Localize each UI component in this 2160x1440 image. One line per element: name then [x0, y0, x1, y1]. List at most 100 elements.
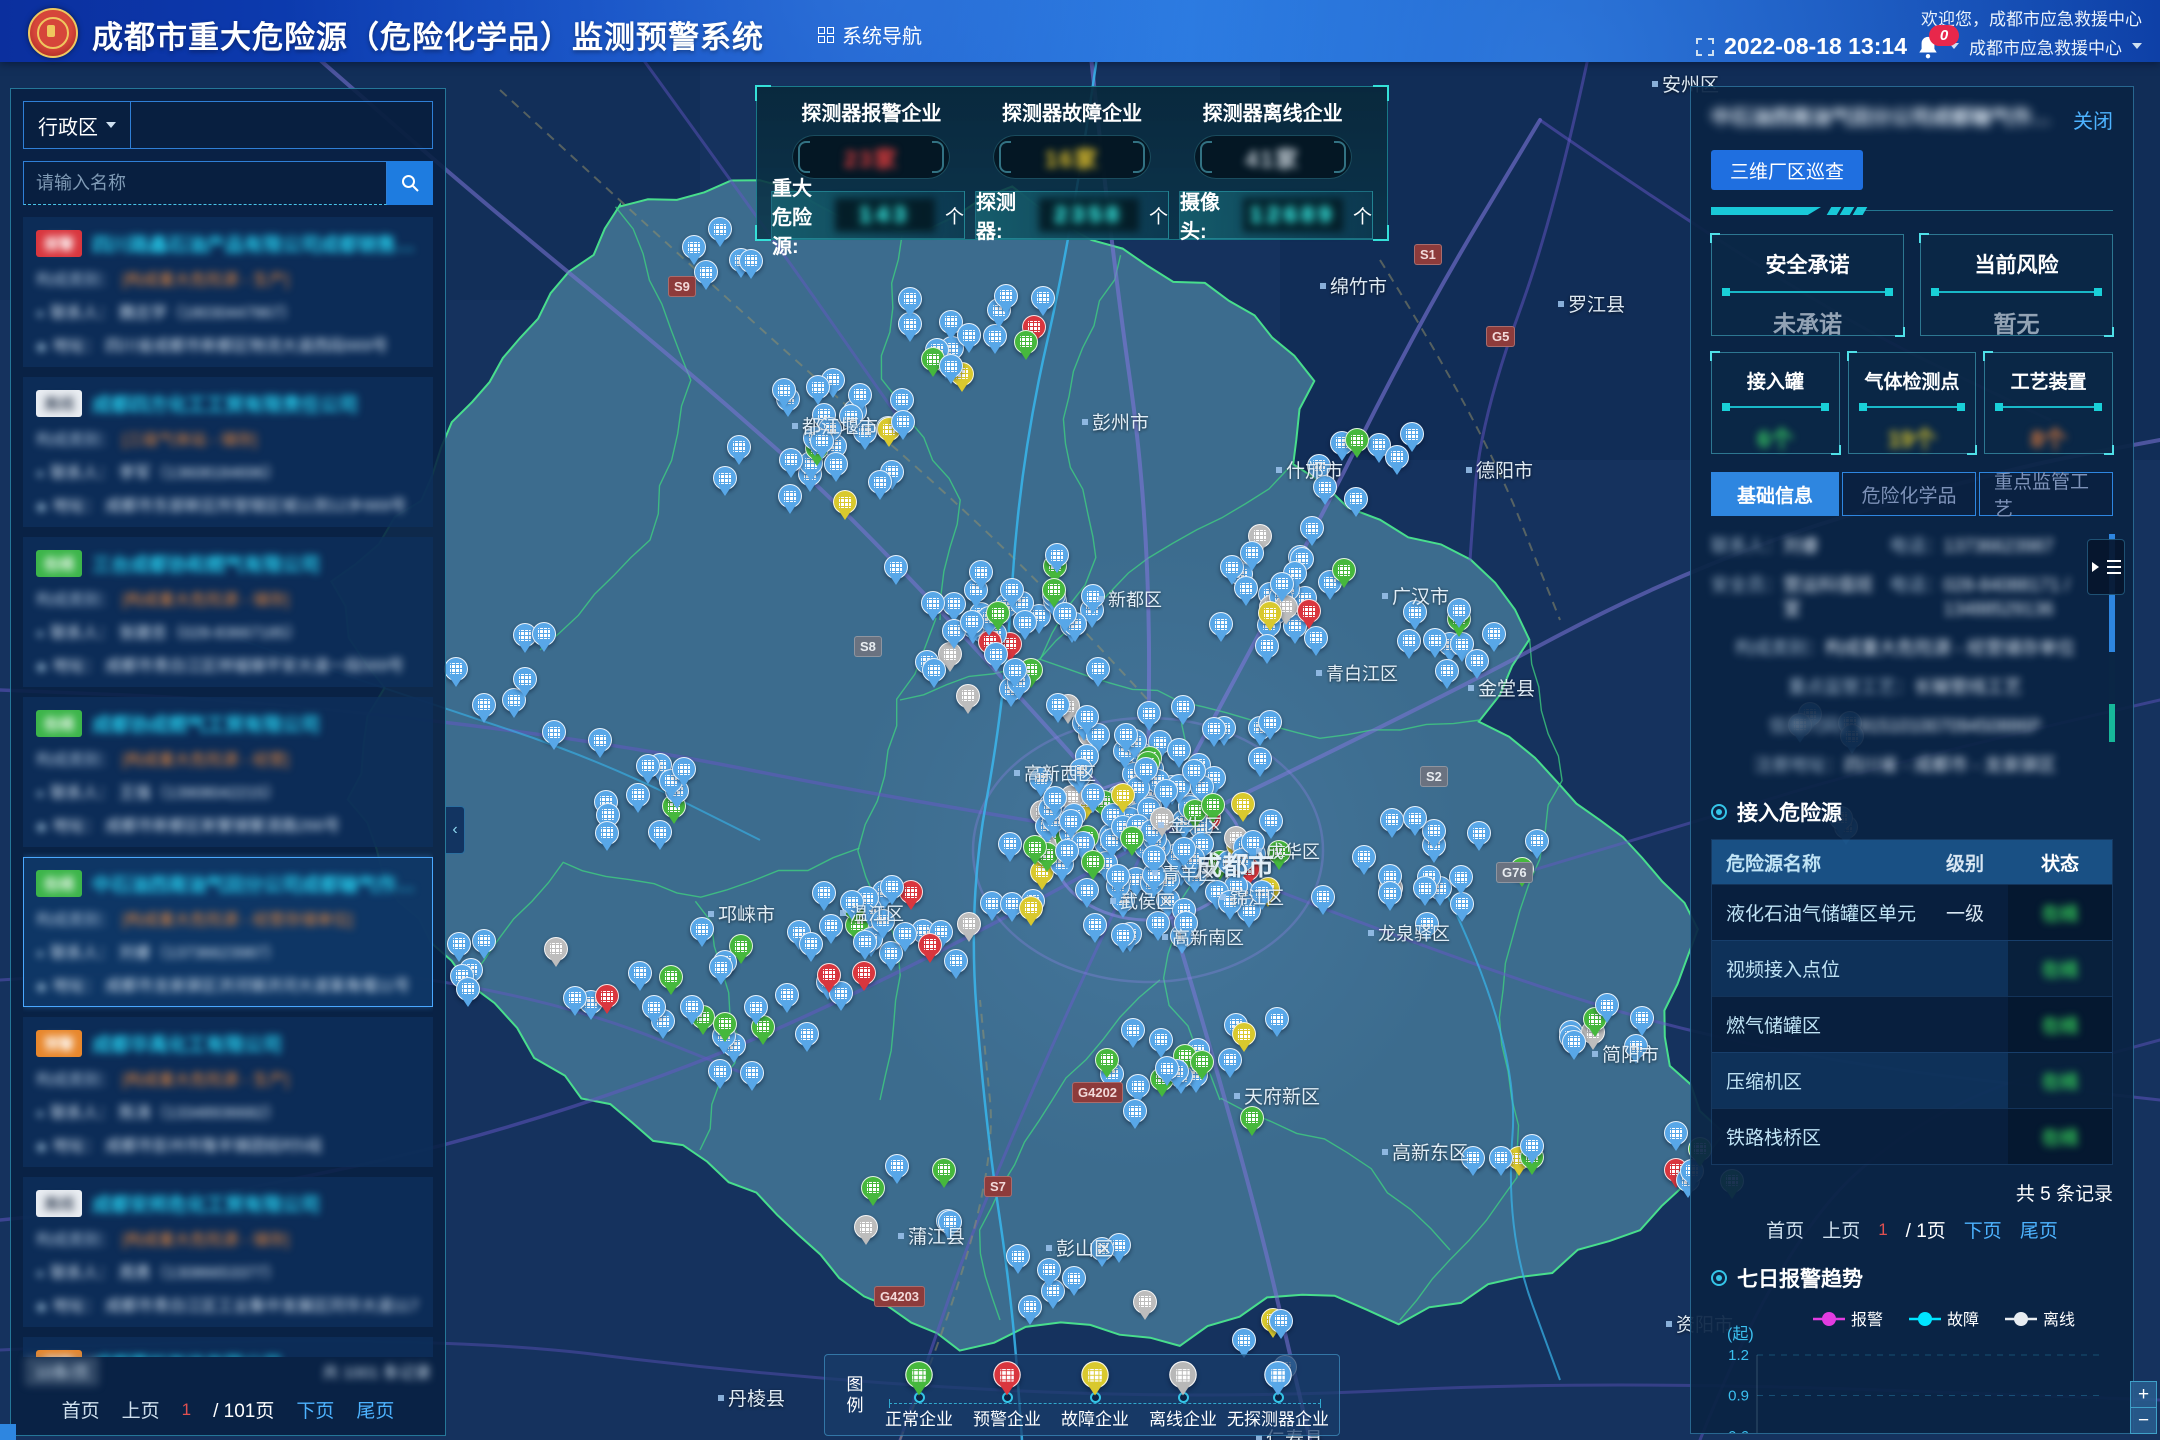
map-marker[interactable]	[1113, 723, 1139, 755]
map-marker[interactable]	[1230, 792, 1256, 824]
map-marker[interactable]	[904, 1361, 934, 1398]
map-marker[interactable]	[1058, 809, 1084, 841]
fullscreen-icon[interactable]	[1696, 38, 1714, 56]
tab-危险化学品[interactable]: 危险化学品	[1842, 472, 1976, 516]
search-button[interactable]	[387, 161, 433, 205]
tab-重点监管工艺[interactable]: 重点监管工艺	[1979, 472, 2113, 516]
map-marker[interactable]	[1013, 330, 1039, 362]
map-marker[interactable]	[726, 435, 752, 467]
expand-panel-button[interactable]	[2087, 539, 2125, 595]
map-marker[interactable]	[681, 235, 707, 267]
map-marker[interactable]	[1343, 487, 1369, 519]
map-marker[interactable]	[594, 984, 620, 1016]
map-marker[interactable]	[1080, 850, 1106, 882]
map-marker[interactable]	[1122, 1099, 1148, 1131]
map-marker[interactable]	[1154, 1056, 1180, 1088]
map-marker[interactable]	[1217, 890, 1243, 922]
map-marker[interactable]	[892, 922, 918, 954]
map-marker[interactable]	[774, 983, 800, 1015]
map-marker[interactable]	[956, 323, 982, 355]
map-marker[interactable]	[1629, 1006, 1655, 1038]
map-marker[interactable]	[1460, 1146, 1486, 1178]
map-marker[interactable]	[931, 1158, 957, 1190]
map-marker[interactable]	[1018, 896, 1044, 928]
map-marker[interactable]	[1170, 695, 1196, 727]
map-marker[interactable]	[1402, 806, 1428, 838]
company-card[interactable]: 在线成都协成燃气工贸有限公司构成类别：[构成重大危险源 - 经营]●联系人： 王…	[23, 697, 433, 847]
map-marker[interactable]	[708, 955, 734, 987]
map-marker[interactable]	[1231, 1022, 1257, 1054]
map-marker[interactable]	[1045, 693, 1071, 725]
map-marker[interactable]	[1257, 710, 1283, 742]
map-marker[interactable]	[1377, 881, 1403, 913]
map-marker[interactable]	[671, 757, 697, 789]
map-marker[interactable]	[890, 410, 916, 442]
map-marker[interactable]	[1264, 1007, 1290, 1039]
map-marker[interactable]	[455, 977, 481, 1009]
map-marker[interactable]	[1233, 576, 1259, 608]
map-marker[interactable]	[1105, 864, 1131, 896]
map-marker[interactable]	[1448, 865, 1474, 897]
map-marker[interactable]	[1594, 993, 1620, 1025]
map-marker[interactable]	[1022, 835, 1048, 867]
map-marker[interactable]	[627, 961, 653, 993]
map-marker[interactable]	[1384, 445, 1410, 477]
map-marker[interactable]	[959, 610, 985, 642]
map-marker[interactable]	[1663, 1121, 1689, 1153]
map-marker[interactable]	[1030, 286, 1056, 318]
current-page[interactable]: 1	[182, 1400, 191, 1420]
map-marker[interactable]	[1173, 911, 1199, 943]
map-marker[interactable]	[853, 1215, 879, 1247]
map-marker[interactable]	[985, 601, 1011, 633]
map-marker[interactable]	[956, 912, 982, 944]
map-marker[interactable]	[1414, 912, 1440, 944]
company-card[interactable]: 离线成都安邦危化工贸有限公司构成类别：[构成重大危险源 - 储存]●联系人： 周…	[23, 1177, 433, 1327]
map-marker[interactable]	[1266, 840, 1292, 872]
company-card[interactable]: 在线三台成都协和燃气有限公司构成类别：[构成重大危险源 - 储存]●联系人： 张…	[23, 537, 433, 687]
system-nav-button[interactable]: 系统导航	[818, 20, 922, 49]
map-marker[interactable]	[647, 820, 673, 852]
map-marker[interactable]	[805, 375, 831, 407]
map-marker[interactable]	[1054, 839, 1080, 871]
map-marker[interactable]	[1310, 885, 1336, 917]
map-marker[interactable]	[1052, 602, 1078, 634]
page-size-select[interactable]: 10条/页	[25, 1356, 99, 1386]
map-marker[interactable]	[879, 875, 905, 907]
map-marker[interactable]	[1133, 757, 1159, 789]
map-marker[interactable]	[471, 929, 497, 961]
map-marker[interactable]	[1080, 1361, 1110, 1398]
map-marker[interactable]	[1189, 1050, 1215, 1082]
first-page-button[interactable]: 首页	[1766, 1216, 1804, 1243]
hazard-table-row[interactable]: 液化石油气储罐区单元一级在线	[1712, 884, 2112, 940]
map-marker[interactable]	[1168, 1361, 1198, 1398]
close-button[interactable]: 关闭	[2073, 105, 2113, 134]
map-marker[interactable]	[816, 963, 842, 995]
district-filter[interactable]: 行政区	[23, 101, 433, 149]
map-marker[interactable]	[1085, 657, 1111, 689]
hazard-table-row[interactable]: 视频接入点位在线	[1712, 940, 2112, 996]
map-marker[interactable]	[1464, 649, 1490, 681]
map-marker[interactable]	[1263, 1361, 1293, 1398]
map-marker[interactable]	[992, 1361, 1022, 1398]
map-marker[interactable]	[641, 995, 667, 1027]
map-marker[interactable]	[1110, 923, 1136, 955]
map-marker[interactable]	[739, 1061, 765, 1093]
map-marker[interactable]	[743, 995, 769, 1027]
company-card[interactable]: 预警成都华禹化工有限公司构成类别：[构成重大危险源 - 生产]●联系人： 陈涛（…	[23, 1017, 433, 1167]
map-marker[interactable]	[993, 284, 1019, 316]
map-marker[interactable]	[1068, 758, 1094, 790]
map-marker[interactable]	[1082, 913, 1108, 945]
map-marker[interactable]	[1080, 584, 1106, 616]
map-marker[interactable]	[798, 932, 824, 964]
map-marker[interactable]	[1268, 1309, 1294, 1341]
map-marker[interactable]	[794, 1022, 820, 1054]
next-page-button[interactable]: 下页	[1964, 1216, 2002, 1243]
map-marker[interactable]	[838, 404, 864, 436]
last-page-button[interactable]: 尾页	[2020, 1216, 2058, 1243]
map-marker[interactable]	[778, 448, 804, 480]
map-marker[interactable]	[738, 249, 764, 281]
map-marker[interactable]	[1519, 1134, 1545, 1166]
tab-基础信息[interactable]: 基础信息	[1711, 472, 1839, 516]
hazard-table-row[interactable]: 压缩机区在线	[1712, 1052, 2112, 1108]
map-marker[interactable]	[1201, 717, 1227, 749]
